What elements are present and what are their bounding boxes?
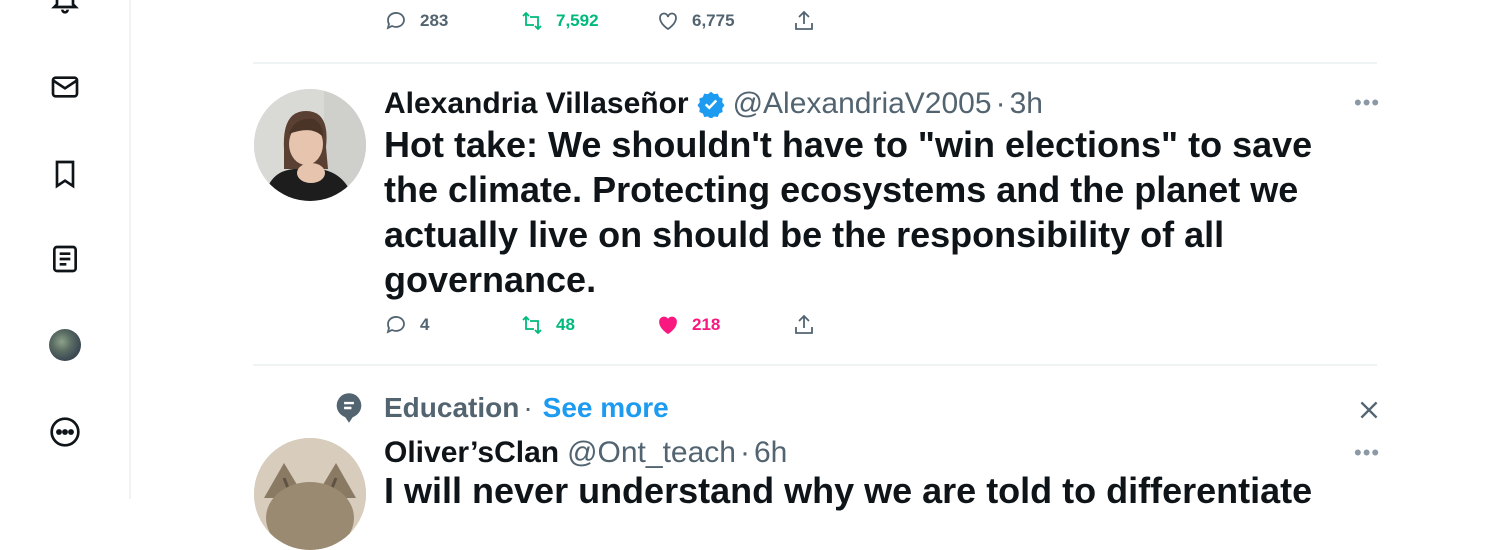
author-name[interactable]: Alexandria Villaseñor xyxy=(384,87,689,121)
separator-dot: · xyxy=(995,87,1006,120)
author-handle[interactable]: @Ont_teach xyxy=(567,436,736,470)
see-more-link[interactable]: See more xyxy=(543,392,669,424)
share-icon xyxy=(795,314,813,334)
author-handle[interactable]: @AlexandriaV2005 xyxy=(733,87,992,121)
more-icon[interactable] xyxy=(44,411,86,453)
author-name[interactable]: Oliver’sClan xyxy=(384,436,559,470)
like-count: 6,775 xyxy=(692,11,735,30)
reply-icon xyxy=(386,316,405,334)
tweet-text: Hot take: We shouldn't have to "win elec… xyxy=(384,124,1313,300)
heart-icon xyxy=(659,12,677,31)
separator-dot: · xyxy=(739,436,750,469)
retweet-icon xyxy=(522,11,542,31)
left-sidebar xyxy=(0,0,131,499)
verified-badge-icon xyxy=(697,91,725,118)
reply-button[interactable]: 283 xyxy=(384,9,448,33)
heart-filled-icon xyxy=(659,316,677,335)
profile-avatar[interactable] xyxy=(44,324,86,366)
tweet-divider xyxy=(253,364,1377,366)
bell-icon[interactable] xyxy=(44,0,86,20)
retweet-button[interactable]: 48 xyxy=(520,313,575,337)
more-options-icon[interactable]: ••• xyxy=(1354,440,1380,466)
tweet-avatar[interactable] xyxy=(254,438,366,550)
lists-icon[interactable] xyxy=(44,238,86,280)
retweet-button[interactable]: 7,592 xyxy=(520,9,599,33)
retweet-icon xyxy=(522,315,542,335)
mail-icon[interactable] xyxy=(44,66,86,108)
tweet-divider xyxy=(253,62,1377,64)
share-icon xyxy=(795,10,813,30)
avatar-photo xyxy=(254,438,366,550)
close-icon[interactable] xyxy=(1356,397,1382,423)
tweet-time[interactable]: 3h xyxy=(1010,87,1043,121)
like-button[interactable]: 218 xyxy=(656,313,720,337)
share-button[interactable] xyxy=(792,313,828,337)
reply-icon xyxy=(386,12,405,30)
separator-dot: · xyxy=(523,392,533,423)
retweet-count: 48 xyxy=(556,315,575,334)
avatar xyxy=(49,329,81,361)
bookmark-icon[interactable] xyxy=(44,153,86,195)
tweet-avatar[interactable] xyxy=(254,89,366,201)
reply-button[interactable]: 4 xyxy=(384,313,429,337)
topic-label[interactable]: Education xyxy=(384,392,519,424)
retweet-count: 7,592 xyxy=(556,11,599,30)
tweet-header: Alexandria Villaseñor @AlexandriaV2005 ·… xyxy=(384,87,1043,121)
reply-count: 4 xyxy=(420,315,430,334)
like-button[interactable]: 6,775 xyxy=(656,9,735,33)
share-button[interactable] xyxy=(792,9,828,33)
tweet-header: Oliver’sClan @Ont_teach · 6h xyxy=(384,436,787,470)
avatar-photo xyxy=(254,89,366,201)
topic-icon xyxy=(336,393,362,423)
tweet-text: I will never understand why we are told … xyxy=(384,470,1313,511)
more-options-icon[interactable]: ••• xyxy=(1354,90,1380,116)
like-count: 218 xyxy=(692,315,721,334)
reply-count: 283 xyxy=(420,11,449,30)
topic-header: Education · See more xyxy=(384,392,669,424)
tweet-time[interactable]: 6h xyxy=(754,436,787,470)
